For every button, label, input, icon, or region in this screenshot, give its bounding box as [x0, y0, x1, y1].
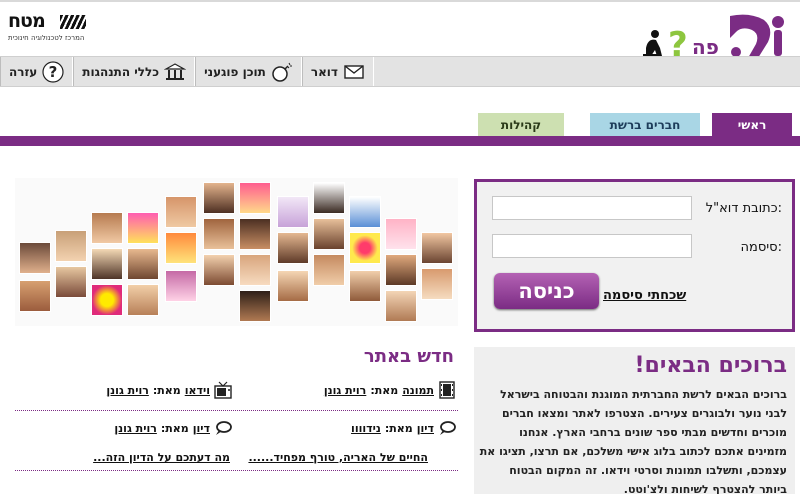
member-photo [239, 290, 271, 322]
member-photo [55, 266, 87, 298]
toolbar-offensive-content-label: תוכן פוגעני [204, 64, 266, 79]
top-header: מטח המרכז לטכנולוגיה חינוכית ? פה [0, 0, 800, 65]
mifa-logo[interactable]: ? פה [638, 8, 788, 65]
news-item-kind[interactable]: וידאו [185, 384, 210, 397]
member-photo [349, 270, 381, 302]
toolbar-help[interactable]: ? עזרה [0, 57, 74, 86]
member-photo [127, 284, 159, 316]
member-photo [421, 268, 453, 300]
question-icon: ? [42, 60, 64, 83]
member-photo [91, 248, 123, 280]
mytah-logo-name: מטח [8, 10, 46, 32]
tabs-underline-bar [0, 136, 800, 146]
news-item: דיון מאת: נידוווו [351, 418, 456, 438]
member-photo [385, 254, 417, 286]
member-photo [19, 280, 51, 312]
member-photo [349, 196, 381, 228]
member-photo [277, 196, 309, 228]
news-discussion-link[interactable]: מה דעתכם על הדיון הזה... [93, 451, 230, 464]
tab-main[interactable]: ראשי [712, 113, 792, 136]
login-box: כתובת דוא"ל: סיסמה: כניסה שכחתי סיסמה [474, 179, 795, 332]
member-photo [203, 182, 235, 214]
member-photo [239, 254, 271, 286]
thinker-figure-icon [643, 30, 662, 57]
news-discussion-link[interactable]: החיים של האריה, טורף מפחיד...... [248, 451, 428, 464]
toolbar-mail-label: דואר [310, 64, 338, 79]
member-photo [313, 218, 345, 250]
news-separator [15, 410, 458, 411]
news-item-author[interactable]: רוית גונן [324, 384, 366, 397]
tv-icon [214, 381, 232, 399]
welcome-title: ברוכים הבאים! [634, 353, 787, 378]
news-item-kind[interactable]: דיון [417, 422, 434, 435]
news-item-by: מאת: [384, 421, 413, 435]
member-photo [313, 254, 345, 286]
member-photo [165, 270, 197, 302]
email-label: כתובת דוא"ל: [705, 201, 782, 216]
toolbar-help-label: עזרה [9, 64, 38, 79]
news-item-kind[interactable]: דיון [193, 422, 210, 435]
news-item: וידאו מאת: רוית גונן [106, 380, 232, 400]
news-title: חדש באתר [363, 346, 454, 367]
news-item-author[interactable]: נידוווו [351, 422, 381, 435]
login-button[interactable]: כניסה [494, 273, 599, 309]
news-item-by: מאת: [152, 383, 181, 397]
mytah-logo-tagline: המרכז לטכנולוגיה חינוכית [8, 34, 85, 42]
member-photo [203, 218, 235, 250]
news-item-by: מאת: [370, 383, 399, 397]
member-photo [203, 254, 235, 286]
toolbar-offensive-content[interactable]: תוכן פוגעני [195, 57, 302, 86]
member-photo [19, 242, 51, 274]
member-photo [127, 212, 159, 244]
member-photo [385, 218, 417, 250]
member-photo [91, 212, 123, 244]
member-photo [277, 232, 309, 264]
columns-building-icon [164, 61, 187, 83]
mytah-logo[interactable]: מטח המרכז לטכנולוגיה חינוכית [8, 10, 88, 44]
welcome-panel: ברוכים הבאים! ברוכים הבאים לרשת החברתית … [474, 347, 795, 494]
tab-communities[interactable]: קהילות [478, 113, 564, 136]
forgot-password-link[interactable]: שכחתי סיסמה [603, 288, 686, 303]
member-photo [239, 182, 271, 214]
news-item-kind[interactable]: תמונה [402, 384, 434, 397]
member-photo [349, 232, 381, 264]
speech-bubble-icon [438, 419, 456, 437]
bomb-icon [271, 61, 293, 83]
member-photo [55, 230, 87, 262]
member-photo [91, 284, 123, 316]
main-tabs: ראשי חברים ברשת קהילות [0, 113, 800, 137]
toolbar-mail[interactable]: דואר [301, 57, 374, 86]
member-photo [313, 182, 345, 214]
member-photo [127, 248, 159, 280]
email-field[interactable] [492, 196, 692, 220]
toolbar: דואר תוכן פוגעני כללי התנהגות ? עזרה [0, 56, 800, 87]
news-item-author[interactable]: רוית גונן [106, 384, 148, 397]
member-photo [277, 270, 309, 302]
password-field[interactable] [492, 234, 692, 258]
toolbar-rules-label: כללי התנהגות [82, 64, 160, 79]
password-label: סיסמה: [740, 240, 783, 255]
news-item: דיון מאת: רוית גונן [114, 418, 232, 438]
welcome-text: ברוכים הבאים לרשת החברתית המוגנת והבטוחה… [479, 388, 787, 494]
mytah-logo-mark [60, 15, 86, 29]
tab-friends[interactable]: חברים ברשת [590, 113, 700, 136]
toolbar-rules[interactable]: כללי התנהגות [73, 57, 196, 86]
speech-bubble-icon [214, 419, 232, 437]
film-icon [438, 381, 456, 399]
news-item: תמונה מאת: רוית גונן [324, 380, 456, 400]
member-photo [421, 232, 453, 264]
news-item-by: מאת: [160, 421, 189, 435]
news-separator [15, 470, 458, 471]
member-photo [385, 290, 417, 322]
member-photo [239, 218, 271, 250]
news-item-author[interactable]: רוית גונן [114, 422, 156, 435]
members-photo-collage [15, 178, 458, 326]
envelope-icon [343, 61, 365, 83]
svg-text:?: ? [49, 63, 58, 81]
member-photo [165, 196, 197, 228]
member-photo [165, 232, 197, 264]
